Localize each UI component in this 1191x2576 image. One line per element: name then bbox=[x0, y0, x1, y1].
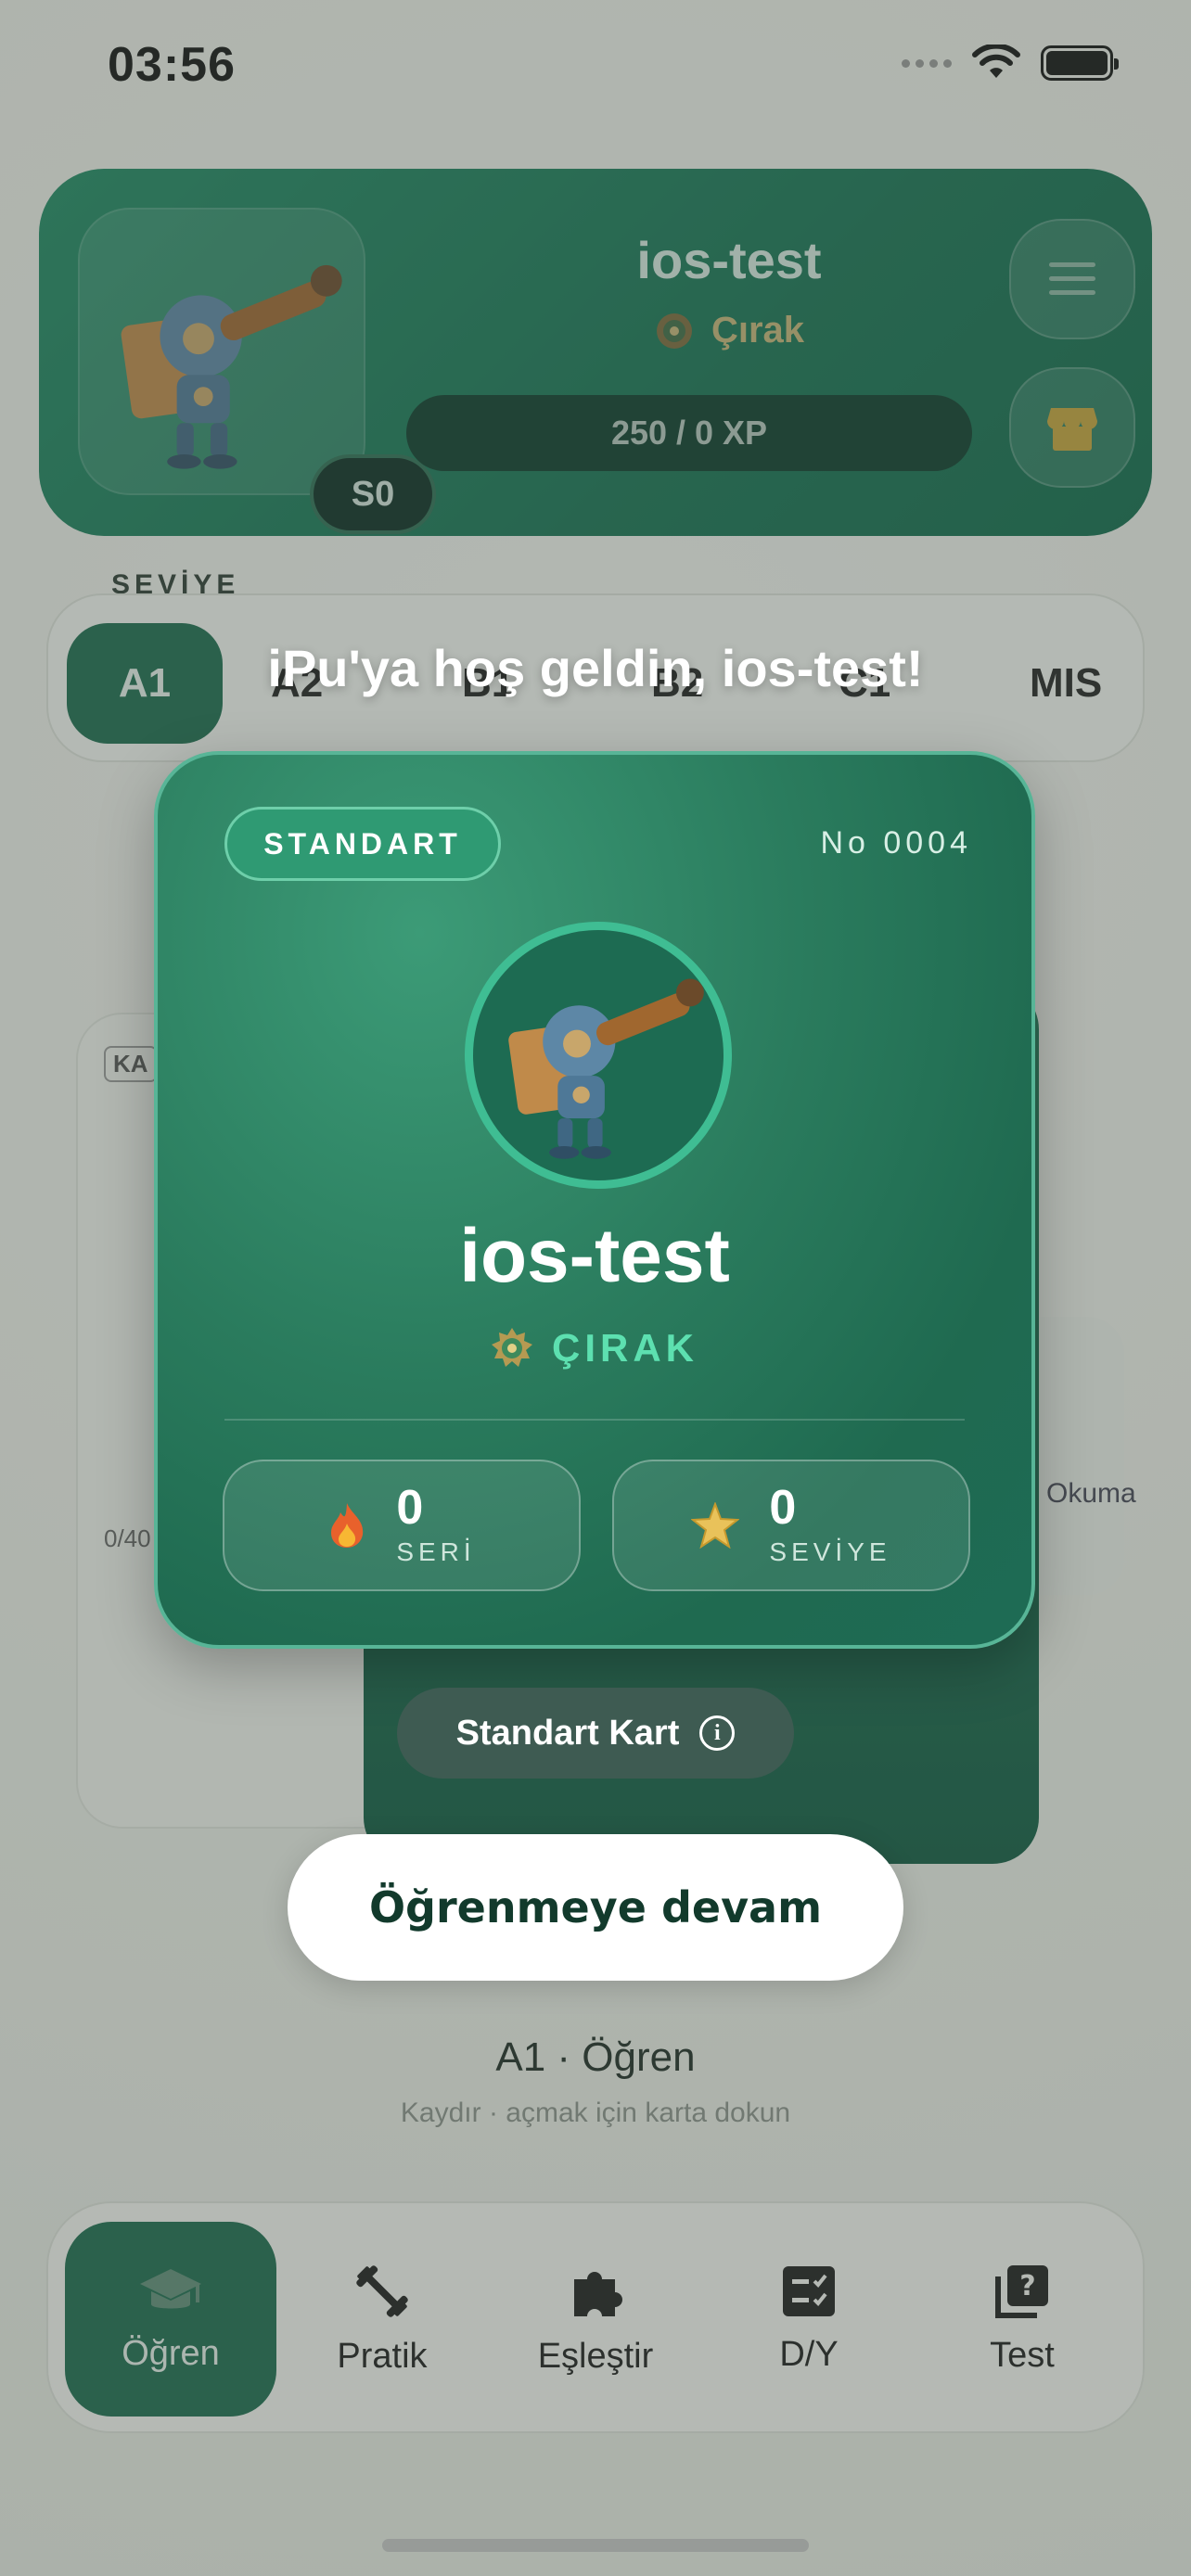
card-rank: ÇIRAK bbox=[158, 1326, 1031, 1371]
star-icon bbox=[691, 1502, 740, 1549]
level-stat-text: 0 SEVİYE bbox=[769, 1484, 890, 1567]
robot-telescope-avatar-icon bbox=[508, 978, 704, 1159]
level-label: SEVİYE bbox=[769, 1537, 891, 1566]
fire-icon bbox=[331, 1503, 364, 1548]
level-stat: 0 SEVİYE bbox=[612, 1460, 970, 1591]
rank-medal-icon bbox=[492, 1328, 532, 1367]
streak-label: SERİ bbox=[396, 1537, 476, 1566]
member-card: STANDART No 0004 ios-test ÇIRAK 0 SERİ 0… bbox=[154, 751, 1035, 1649]
streak-stat-text: 0 SERİ bbox=[396, 1484, 475, 1567]
card-avatar bbox=[465, 922, 732, 1189]
card-type-info-button[interactable]: Standart Kart i bbox=[397, 1688, 794, 1779]
screen: 03:56 S0 ios-test Çırak 250 / 0 XP SEVİY… bbox=[0, 0, 1191, 2576]
card-number: No 0004 bbox=[820, 825, 972, 861]
card-divider bbox=[224, 1419, 965, 1421]
info-icon: i bbox=[699, 1715, 736, 1751]
card-type-label: Standart Kart bbox=[455, 1713, 680, 1753]
level-value: 0 bbox=[769, 1481, 797, 1535]
card-rank-label: ÇIRAK bbox=[552, 1326, 698, 1370]
continue-learning-button[interactable]: Öğrenmeye devam bbox=[288, 1834, 903, 1981]
streak-value: 0 bbox=[396, 1481, 424, 1535]
card-username: ios-test bbox=[459, 1214, 730, 1298]
card-tier-badge: STANDART bbox=[224, 807, 501, 881]
streak-stat: 0 SERİ bbox=[223, 1460, 581, 1591]
welcome-title: iPu'ya hoş geldin, ios-test! bbox=[267, 639, 924, 697]
